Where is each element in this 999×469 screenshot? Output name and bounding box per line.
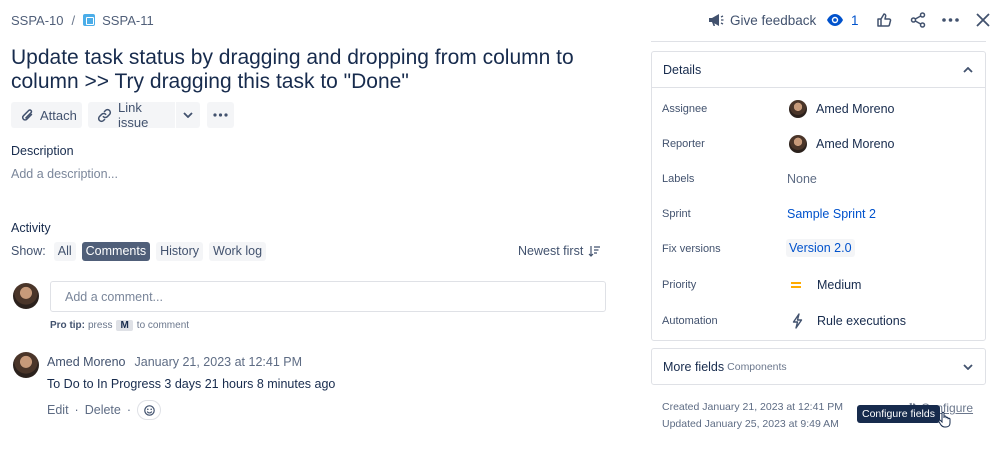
automation-text: Rule executions <box>817 314 906 328</box>
assignee-avatar <box>789 100 807 118</box>
chevron-up-icon <box>963 66 973 73</box>
megaphone-icon <box>707 12 724 28</box>
breadcrumb: SSPA-10 / SSPA-11 <box>11 11 154 29</box>
filter-work-log[interactable]: Work log <box>209 241 267 261</box>
lightning-icon <box>792 313 803 329</box>
watchers-count: 1 <box>851 12 859 28</box>
labels-label: Labels <box>662 173 695 185</box>
assignee-value[interactable]: Amed Moreno <box>789 100 895 118</box>
assignee-label: Assignee <box>662 103 708 115</box>
add-reaction-button[interactable] <box>137 400 162 420</box>
attach-button[interactable]: Attach <box>11 102 82 128</box>
give-feedback-label: Give feedback <box>730 12 817 28</box>
panel-divider <box>651 41 986 42</box>
show-label: Show: <box>11 244 46 258</box>
action-separator: · <box>74 403 79 417</box>
history-timestamp: January 21, 2023 at 12:41 PM <box>134 355 302 369</box>
labels-value[interactable]: None <box>787 172 817 186</box>
priority-label: Priority <box>662 279 697 291</box>
chevron-down-icon <box>963 363 973 370</box>
author-avatar <box>13 352 39 378</box>
pro-tip: Pro tip: press M to comment <box>50 320 189 331</box>
priority-name: Medium <box>817 278 862 292</box>
more-fields-hint: Components <box>727 360 787 373</box>
history-actions: Edit · Delete · <box>47 400 162 420</box>
breadcrumb-current[interactable]: SSPA-11 <box>102 13 154 28</box>
reporter-label: Reporter <box>662 138 705 150</box>
pro-tip-post: to comment <box>136 320 190 331</box>
keyboard-shortcut-key: M <box>116 320 133 331</box>
description-heading: Description <box>11 144 74 158</box>
history-text: To Do to In Progress 3 days 21 hours 8 m… <box>47 377 336 391</box>
description-placeholder[interactable]: Add a description... <box>11 167 118 181</box>
chevron-down-icon <box>183 112 193 118</box>
delete-link[interactable]: Delete <box>85 403 121 417</box>
activity-filter-bar: Show: All Comments History Work log <box>11 241 267 261</box>
sprint-value[interactable]: Sample Sprint 2 <box>787 207 876 221</box>
thumbs-up-icon <box>876 12 892 28</box>
attach-label: Attach <box>40 107 77 123</box>
like-button[interactable] <box>876 8 892 32</box>
eye-icon <box>826 13 844 27</box>
link-issue-button[interactable]: Link issue <box>88 100 175 130</box>
reporter-name: Amed Moreno <box>816 137 895 151</box>
give-feedback-button[interactable]: Give feedback <box>707 8 816 32</box>
link-icon <box>97 108 112 123</box>
sort-button[interactable]: Newest first <box>518 244 601 258</box>
filter-history[interactable]: History <box>156 241 203 261</box>
share-button[interactable] <box>910 8 926 32</box>
configure-tooltip: Configure fields <box>857 405 940 423</box>
sort-icon <box>588 245 601 257</box>
filter-all[interactable]: All <box>53 241 76 261</box>
details-title: Details <box>663 62 702 77</box>
updated-date: Updated January 25, 2023 at 9:49 AM <box>662 418 839 430</box>
assignee-name: Amed Moreno <box>816 102 895 116</box>
fix-versions-label: Fix versions <box>662 243 721 255</box>
fix-version-value[interactable]: Version 2.0 <box>786 239 855 257</box>
reporter-value[interactable]: Amed Moreno <box>789 135 895 153</box>
comment-input[interactable]: Add a comment... <box>50 281 606 312</box>
link-issue-dropdown-button[interactable] <box>176 102 200 128</box>
automation-value[interactable]: Rule executions <box>792 313 906 329</box>
details-header[interactable]: Details <box>652 52 985 88</box>
created-date: Created January 21, 2023 at 12:41 PM <box>662 401 843 413</box>
action-separator: · <box>126 403 132 417</box>
more-fields-title: More fields <box>663 359 725 374</box>
issue-title[interactable]: Update task status by dragging and dropp… <box>11 46 611 94</box>
more-actions-button[interactable] <box>942 8 959 32</box>
paperclip-icon <box>21 108 34 123</box>
priority-value[interactable]: Medium <box>791 278 861 292</box>
sprint-label: Sprint <box>662 208 691 220</box>
sort-label: Newest first <box>518 244 584 258</box>
edit-link[interactable]: Edit <box>47 403 69 417</box>
pro-tip-pre: press <box>88 320 113 331</box>
more-icon <box>942 18 959 22</box>
close-button[interactable] <box>976 8 990 32</box>
task-type-icon <box>83 14 96 26</box>
share-icon <box>910 12 926 28</box>
link-issue-label: Link issue <box>118 100 149 130</box>
current-user-avatar <box>13 283 39 309</box>
history-author[interactable]: Amed Moreno <box>47 355 126 369</box>
hand-cursor-icon <box>938 411 951 433</box>
filter-comments[interactable]: Comments <box>81 241 151 261</box>
emoji-icon <box>143 404 155 416</box>
history-entry-header: Amed Moreno January 21, 2023 at 12:41 PM <box>47 355 302 369</box>
breadcrumb-parent[interactable]: SSPA-10 <box>11 13 64 28</box>
details-panel: Details Assignee Amed Moreno Reporter Am… <box>651 51 986 341</box>
more-fields-panel[interactable]: More fields Components <box>651 348 986 385</box>
watchers-button[interactable]: 1 <box>826 8 859 32</box>
pro-tip-label: Pro tip: <box>50 320 85 331</box>
activity-heading: Activity <box>11 221 51 235</box>
more-actions-toolbar-button[interactable] <box>207 102 234 128</box>
more-icon <box>213 113 228 117</box>
priority-medium-icon <box>791 281 801 289</box>
close-icon <box>976 13 990 27</box>
reporter-avatar <box>789 135 807 153</box>
automation-label: Automation <box>662 315 718 327</box>
breadcrumb-separator: / <box>71 12 76 28</box>
